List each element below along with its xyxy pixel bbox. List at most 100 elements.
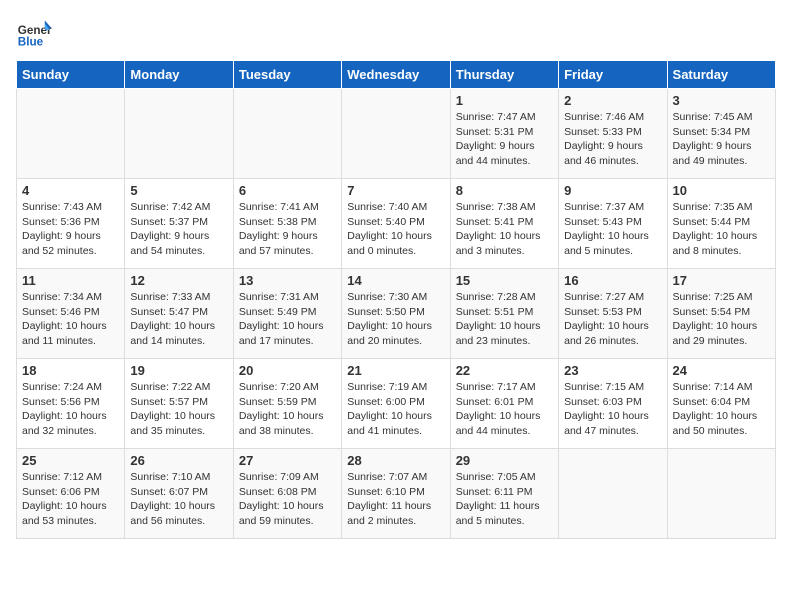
calendar-cell: 7 Sunrise: 7:40 AM Sunset: 5:40 PM Daylig… — [342, 179, 450, 269]
day-number: 4 — [22, 183, 119, 198]
day-number: 14 — [347, 273, 444, 288]
day-number: 15 — [456, 273, 553, 288]
calendar-cell: 15 Sunrise: 7:28 AM Sunset: 5:51 PM Dayli… — [450, 269, 558, 359]
day-number: 25 — [22, 453, 119, 468]
column-header-wednesday: Wednesday — [342, 61, 450, 89]
day-number: 20 — [239, 363, 336, 378]
day-info: Sunrise: 7:41 AM Sunset: 5:38 PM Dayligh… — [239, 200, 336, 259]
day-number: 9 — [564, 183, 661, 198]
calendar-cell: 17 Sunrise: 7:25 AM Sunset: 5:54 PM Dayli… — [667, 269, 775, 359]
calendar-cell — [667, 449, 775, 539]
day-number: 24 — [673, 363, 770, 378]
calendar-cell: 26 Sunrise: 7:10 AM Sunset: 6:07 PM Dayli… — [125, 449, 233, 539]
calendar-cell: 3 Sunrise: 7:45 AM Sunset: 5:34 PM Daylig… — [667, 89, 775, 179]
week-row: 18Sunrise: 7:24 AM Sunset: 5:56 PM Dayli… — [17, 359, 776, 449]
day-info: Sunrise: 7:15 AM Sunset: 6:03 PM Dayligh… — [564, 380, 661, 439]
day-info: Sunrise: 7:07 AM Sunset: 6:10 PM Dayligh… — [347, 470, 444, 529]
calendar-cell: 9 Sunrise: 7:37 AM Sunset: 5:43 PM Daylig… — [559, 179, 667, 269]
day-number: 7 — [347, 183, 444, 198]
day-number: 10 — [673, 183, 770, 198]
day-number: 11 — [22, 273, 119, 288]
calendar-cell: 21Sunrise: 7:19 AM Sunset: 6:00 PM Dayli… — [342, 359, 450, 449]
day-number: 18 — [22, 363, 119, 378]
calendar-cell: 2 Sunrise: 7:46 AM Sunset: 5:33 PM Daylig… — [559, 89, 667, 179]
calendar-cell: 6 Sunrise: 7:41 AM Sunset: 5:38 PM Daylig… — [233, 179, 341, 269]
column-header-friday: Friday — [559, 61, 667, 89]
week-row: 25 Sunrise: 7:12 AM Sunset: 6:06 PM Dayli… — [17, 449, 776, 539]
calendar-cell: 19 Sunrise: 7:22 AM Sunset: 5:57 PM Dayli… — [125, 359, 233, 449]
day-number: 26 — [130, 453, 227, 468]
calendar-cell — [17, 89, 125, 179]
day-info: Sunrise: 7:38 AM Sunset: 5:41 PM Dayligh… — [456, 200, 553, 259]
day-info: Sunrise: 7:14 AM Sunset: 6:04 PM Dayligh… — [673, 380, 770, 439]
calendar-cell: 22 Sunrise: 7:17 AM Sunset: 6:01 PM Dayli… — [450, 359, 558, 449]
day-number: 19 — [130, 363, 227, 378]
day-info: Sunrise: 7:35 AM Sunset: 5:44 PM Dayligh… — [673, 200, 770, 259]
logo-icon: General Blue — [16, 16, 52, 52]
week-row: 4 Sunrise: 7:43 AM Sunset: 5:36 PM Daylig… — [17, 179, 776, 269]
calendar-cell — [125, 89, 233, 179]
day-number: 13 — [239, 273, 336, 288]
column-header-tuesday: Tuesday — [233, 61, 341, 89]
day-info: Sunrise: 7:30 AM Sunset: 5:50 PM Dayligh… — [347, 290, 444, 349]
day-info: Sunrise: 7:12 AM Sunset: 6:06 PM Dayligh… — [22, 470, 119, 529]
day-info: Sunrise: 7:33 AM Sunset: 5:47 PM Dayligh… — [130, 290, 227, 349]
day-number: 22 — [456, 363, 553, 378]
day-number: 8 — [456, 183, 553, 198]
calendar-cell: 10 Sunrise: 7:35 AM Sunset: 5:44 PM Dayli… — [667, 179, 775, 269]
day-number: 6 — [239, 183, 336, 198]
calendar-cell: 1Sunrise: 7:47 AM Sunset: 5:31 PM Daylig… — [450, 89, 558, 179]
day-number: 29 — [456, 453, 553, 468]
calendar-cell: 18Sunrise: 7:24 AM Sunset: 5:56 PM Dayli… — [17, 359, 125, 449]
calendar-cell: 5 Sunrise: 7:42 AM Sunset: 5:37 PM Daylig… — [125, 179, 233, 269]
week-row: 1Sunrise: 7:47 AM Sunset: 5:31 PM Daylig… — [17, 89, 776, 179]
column-header-sunday: Sunday — [17, 61, 125, 89]
day-number: 5 — [130, 183, 227, 198]
day-number: 28 — [347, 453, 444, 468]
day-info: Sunrise: 7:47 AM Sunset: 5:31 PM Dayligh… — [456, 110, 553, 169]
logo: General Blue — [16, 16, 52, 52]
day-number: 16 — [564, 273, 661, 288]
day-info: Sunrise: 7:09 AM Sunset: 6:08 PM Dayligh… — [239, 470, 336, 529]
day-info: Sunrise: 7:27 AM Sunset: 5:53 PM Dayligh… — [564, 290, 661, 349]
day-number: 3 — [673, 93, 770, 108]
column-header-thursday: Thursday — [450, 61, 558, 89]
header-row: SundayMondayTuesdayWednesdayThursdayFrid… — [17, 61, 776, 89]
calendar-cell: 27 Sunrise: 7:09 AM Sunset: 6:08 PM Dayli… — [233, 449, 341, 539]
day-info: Sunrise: 7:20 AM Sunset: 5:59 PM Dayligh… — [239, 380, 336, 439]
day-info: Sunrise: 7:37 AM Sunset: 5:43 PM Dayligh… — [564, 200, 661, 259]
calendar-cell: 28 Sunrise: 7:07 AM Sunset: 6:10 PM Dayli… — [342, 449, 450, 539]
calendar-cell: 14 Sunrise: 7:30 AM Sunset: 5:50 PM Dayli… — [342, 269, 450, 359]
day-info: Sunrise: 7:42 AM Sunset: 5:37 PM Dayligh… — [130, 200, 227, 259]
calendar-cell: 23Sunrise: 7:15 AM Sunset: 6:03 PM Dayli… — [559, 359, 667, 449]
day-info: Sunrise: 7:17 AM Sunset: 6:01 PM Dayligh… — [456, 380, 553, 439]
column-header-monday: Monday — [125, 61, 233, 89]
calendar-cell: 11 Sunrise: 7:34 AM Sunset: 5:46 PM Dayli… — [17, 269, 125, 359]
day-info: Sunrise: 7:34 AM Sunset: 5:46 PM Dayligh… — [22, 290, 119, 349]
calendar-table: SundayMondayTuesdayWednesdayThursdayFrid… — [16, 60, 776, 539]
column-header-saturday: Saturday — [667, 61, 775, 89]
day-info: Sunrise: 7:10 AM Sunset: 6:07 PM Dayligh… — [130, 470, 227, 529]
calendar-cell: 24 Sunrise: 7:14 AM Sunset: 6:04 PM Dayli… — [667, 359, 775, 449]
day-number: 12 — [130, 273, 227, 288]
calendar-cell: 8 Sunrise: 7:38 AM Sunset: 5:41 PM Daylig… — [450, 179, 558, 269]
day-info: Sunrise: 7:25 AM Sunset: 5:54 PM Dayligh… — [673, 290, 770, 349]
svg-text:Blue: Blue — [18, 36, 44, 49]
day-number: 2 — [564, 93, 661, 108]
calendar-cell: 12 Sunrise: 7:33 AM Sunset: 5:47 PM Dayli… — [125, 269, 233, 359]
day-info: Sunrise: 7:40 AM Sunset: 5:40 PM Dayligh… — [347, 200, 444, 259]
calendar-cell — [233, 89, 341, 179]
day-info: Sunrise: 7:45 AM Sunset: 5:34 PM Dayligh… — [673, 110, 770, 169]
day-info: Sunrise: 7:28 AM Sunset: 5:51 PM Dayligh… — [456, 290, 553, 349]
calendar-cell: 13 Sunrise: 7:31 AM Sunset: 5:49 PM Dayli… — [233, 269, 341, 359]
calendar-cell: 20 Sunrise: 7:20 AM Sunset: 5:59 PM Dayli… — [233, 359, 341, 449]
day-number: 17 — [673, 273, 770, 288]
day-info: Sunrise: 7:31 AM Sunset: 5:49 PM Dayligh… — [239, 290, 336, 349]
day-info: Sunrise: 7:46 AM Sunset: 5:33 PM Dayligh… — [564, 110, 661, 169]
calendar-cell: 4 Sunrise: 7:43 AM Sunset: 5:36 PM Daylig… — [17, 179, 125, 269]
day-number: 27 — [239, 453, 336, 468]
calendar-cell: 25 Sunrise: 7:12 AM Sunset: 6:06 PM Dayli… — [17, 449, 125, 539]
week-row: 11 Sunrise: 7:34 AM Sunset: 5:46 PM Dayli… — [17, 269, 776, 359]
day-info: Sunrise: 7:22 AM Sunset: 5:57 PM Dayligh… — [130, 380, 227, 439]
day-info: Sunrise: 7:43 AM Sunset: 5:36 PM Dayligh… — [22, 200, 119, 259]
